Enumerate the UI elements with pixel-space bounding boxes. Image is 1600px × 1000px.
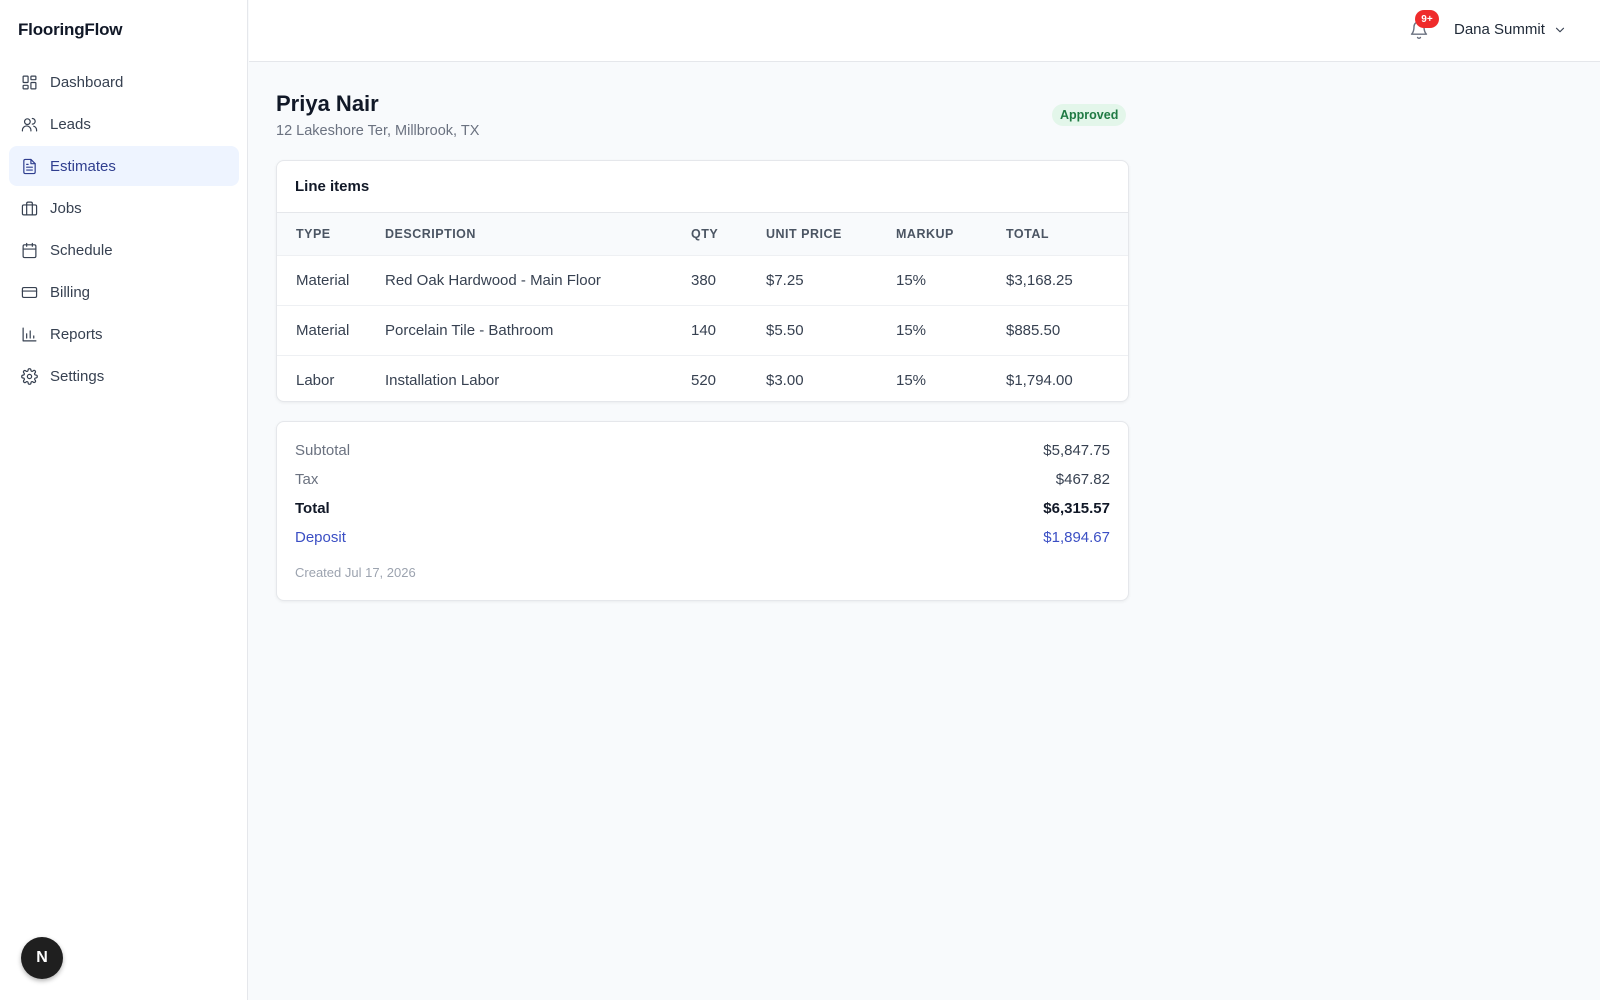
deposit-row: Deposit $1,894.67 <box>295 529 1110 546</box>
cell-unit-price: $5.50 <box>766 305 896 356</box>
sidebar-item-label: Leads <box>50 115 91 133</box>
sidebar-item-label: Estimates <box>50 157 116 175</box>
tax-label: Tax <box>295 471 319 488</box>
table-row[interactable]: Labor Installation Labor 520 $3.00 15% $… <box>277 355 1128 405</box>
total-value: $6,315.57 <box>1043 500 1110 517</box>
total-row: Total $6,315.57 <box>295 500 1110 517</box>
table-row[interactable]: Material Red Oak Hardwood - Main Floor 3… <box>277 255 1128 306</box>
sidebar-item-label: Billing <box>50 283 91 301</box>
cell-qty: 140 <box>691 305 766 356</box>
summary-card: Subtotal $5,847.75 Tax $467.82 Total $6,… <box>276 421 1129 601</box>
gear-icon <box>20 367 38 385</box>
deposit-label: Deposit <box>295 529 346 546</box>
dashboard-icon <box>20 73 38 91</box>
sidebar-item-schedule[interactable]: Schedule <box>9 230 239 270</box>
bar-chart-icon <box>20 325 38 343</box>
document-icon <box>20 157 38 175</box>
sidebar-item-label: Schedule <box>50 241 113 259</box>
cell-type: Material <box>277 255 385 306</box>
cell-total: $3,168.25 <box>1006 255 1128 306</box>
sidebar-item-reports[interactable]: Reports <box>9 314 239 354</box>
column-header-total: TOTAL <box>1006 213 1128 256</box>
user-menu[interactable]: Dana Summit <box>1454 21 1567 38</box>
page-title: Priya Nair <box>276 91 379 116</box>
sidebar-item-dashboard[interactable]: Dashboard <box>9 62 239 102</box>
cell-markup: 15% <box>896 255 1006 306</box>
cell-total: $885.50 <box>1006 305 1128 356</box>
sidebar-item-jobs[interactable]: Jobs <box>9 188 239 228</box>
briefcase-icon <box>20 199 38 217</box>
app-brand[interactable]: FlooringFlow <box>18 20 123 40</box>
column-header-qty: QTY <box>691 213 766 256</box>
sidebar-item-label: Jobs <box>50 199 82 217</box>
sidebar-item-label: Dashboard <box>50 73 124 91</box>
sidebar-nav: Dashboard Leads Estimates Jobs Schedule <box>9 62 239 398</box>
line-items-title: Line items <box>277 161 1128 213</box>
cell-description: Installation Labor <box>385 371 500 389</box>
cell-description: Red Oak Hardwood - Main Floor <box>385 255 691 306</box>
calendar-icon <box>20 241 38 259</box>
user-name: Dana Summit <box>1454 21 1545 38</box>
column-header-unit-price: UNIT PRICE <box>766 213 896 256</box>
top-bar <box>249 0 1600 62</box>
table-header-row: TYPE DESCRIPTION QTY UNIT PRICE MARKUP T… <box>277 213 1128 256</box>
notification-badge: 9+ <box>1415 10 1439 28</box>
sidebar-item-settings[interactable]: Settings <box>9 356 239 396</box>
tax-row: Tax $467.82 <box>295 471 1110 488</box>
cell-qty: 380 <box>691 255 766 306</box>
sidebar-item-leads[interactable]: Leads <box>9 104 239 144</box>
cell-type: Material <box>277 305 385 356</box>
cell-type: Labor <box>296 371 335 389</box>
tax-value: $467.82 <box>1055 471 1110 488</box>
column-header-markup: MARKUP <box>896 213 1006 256</box>
sidebar-item-billing[interactable]: Billing <box>9 272 239 312</box>
sidebar-item-estimates[interactable]: Estimates <box>9 146 239 186</box>
status-badge: Approved <box>1052 104 1127 126</box>
table-row[interactable]: Material Porcelain Tile - Bathroom 140 $… <box>277 305 1128 356</box>
total-label: Total <box>295 500 330 517</box>
created-date: Created Jul 17, 2026 <box>295 565 416 580</box>
column-header-type: TYPE <box>277 213 385 256</box>
subtotal-value: $5,847.75 <box>1043 442 1110 459</box>
chevron-down-icon <box>1555 27 1564 32</box>
cell-markup: 15% <box>896 305 1006 356</box>
line-items-table: TYPE DESCRIPTION QTY UNIT PRICE MARKUP T… <box>277 213 1128 405</box>
cell-qty: 520 <box>691 371 717 389</box>
dev-tools-badge[interactable]: N <box>21 937 63 979</box>
line-items-card: Line items TYPE DESCRIPTION QTY UNIT PRI… <box>276 160 1129 402</box>
column-header-description: DESCRIPTION <box>385 213 691 256</box>
customer-address: 12 Lakeshore Ter, Millbrook, TX <box>276 123 480 139</box>
users-icon <box>20 115 38 133</box>
deposit-value: $1,894.67 <box>1043 529 1110 546</box>
credit-card-icon <box>20 283 38 301</box>
subtotal-label: Subtotal <box>295 442 351 459</box>
cell-markup: 15% <box>896 371 927 389</box>
sidebar-item-label: Reports <box>50 325 103 343</box>
sidebar-item-label: Settings <box>50 367 105 385</box>
cell-unit-price: $7.25 <box>766 255 896 306</box>
subtotal-row: Subtotal $5,847.75 <box>295 442 1110 459</box>
cell-total: $1,794.00 <box>1006 371 1073 389</box>
cell-description: Porcelain Tile - Bathroom <box>385 305 691 356</box>
cell-unit-price: $3.00 <box>766 371 804 389</box>
sidebar: FlooringFlow Dashboard Leads Estimates J… <box>0 0 248 1000</box>
